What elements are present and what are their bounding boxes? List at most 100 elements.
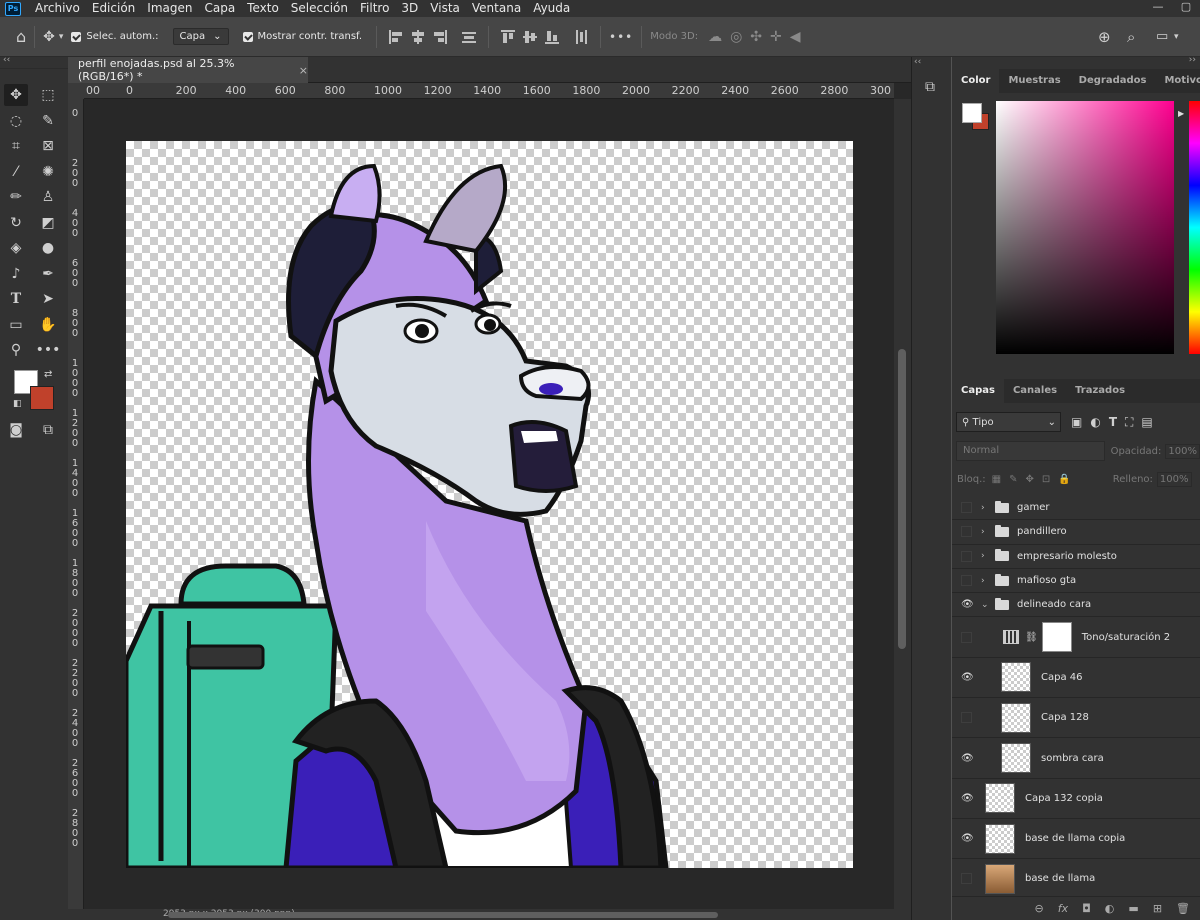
horizontal-ruler[interactable]: 00 0 200 400 600 800 1000 1200 1400 1600 1800 2000 2… bbox=[84, 83, 894, 99]
chain-link-icon[interactable]: ⛓ bbox=[1025, 632, 1038, 643]
chevron-down-icon[interactable]: ▾ bbox=[59, 30, 64, 44]
visibility-toggle[interactable] bbox=[961, 631, 972, 643]
eye-icon[interactable]: 👁 bbox=[961, 599, 974, 610]
frame-tool-icon[interactable]: ⊠ bbox=[36, 135, 60, 157]
photoshop-logo[interactable]: Ps bbox=[5, 1, 21, 16]
more-options-icon[interactable]: ••• bbox=[609, 30, 633, 44]
menu-3d[interactable]: 3D bbox=[395, 0, 424, 17]
menu-seleccion[interactable]: Selección bbox=[285, 0, 354, 17]
layer-row[interactable]: › gamer bbox=[952, 496, 1200, 521]
minimize-icon[interactable]: — bbox=[1144, 0, 1172, 14]
blur-tool-icon[interactable]: ● bbox=[36, 237, 60, 259]
roll-3d-icon[interactable]: ◎ bbox=[730, 30, 742, 44]
orbit-3d-icon[interactable]: ☁ bbox=[708, 30, 722, 44]
menu-archivo[interactable]: Archivo bbox=[29, 0, 86, 17]
visibility-toggle[interactable] bbox=[961, 526, 972, 538]
auto-select-option[interactable]: Selec. autom.: bbox=[71, 31, 159, 42]
layer-row[interactable]: › mafioso gta bbox=[952, 569, 1200, 594]
image-canvas[interactable] bbox=[126, 141, 853, 868]
new-group-icon[interactable]: ▬ bbox=[1128, 902, 1138, 915]
vertical-scroll-thumb[interactable] bbox=[898, 349, 906, 649]
brush-tool-icon[interactable]: ✏ bbox=[4, 186, 28, 208]
fx-icon[interactable]: fx bbox=[1058, 902, 1068, 915]
expand-arrow-icon[interactable]: › bbox=[981, 551, 993, 561]
visibility-toggle[interactable] bbox=[961, 502, 972, 514]
zoom-tool-icon[interactable]: ⚲ bbox=[4, 339, 28, 361]
clone-stamp-tool-icon[interactable]: ♙ bbox=[36, 186, 60, 208]
paint-bucket-tool-icon[interactable]: ◈ bbox=[4, 237, 28, 259]
layer-row[interactable]: 👁 Capa 46 bbox=[952, 658, 1200, 699]
screen-mode-icon[interactable]: ⧉ bbox=[36, 419, 60, 441]
tab-muestras[interactable]: Muestras bbox=[999, 69, 1069, 93]
visibility-toggle[interactable] bbox=[961, 550, 972, 562]
expand-arrow-icon[interactable]: › bbox=[981, 576, 993, 586]
align-middle-v-icon[interactable] bbox=[522, 29, 538, 45]
quick-mask-icon[interactable]: ◙ bbox=[4, 419, 28, 441]
visibility-toggle[interactable] bbox=[961, 873, 972, 885]
lock-all-icon[interactable]: 🔒 bbox=[1058, 474, 1070, 485]
filter-pixel-icon[interactable]: ▣ bbox=[1071, 415, 1082, 429]
trash-icon[interactable]: 🗑 bbox=[1176, 902, 1190, 915]
collapse-icon[interactable]: ‹‹ bbox=[3, 55, 10, 65]
menu-ayuda[interactable]: Ayuda bbox=[527, 0, 576, 17]
document-tab[interactable]: perfil enojadas.psd al 25.3% (RGB/16*) *… bbox=[68, 57, 308, 83]
eraser-tool-icon[interactable]: ◩ bbox=[36, 212, 60, 234]
mask-thumbnail[interactable] bbox=[1041, 622, 1072, 653]
show-transform-option[interactable]: Mostrar contr. transf. bbox=[242, 31, 362, 42]
toolbar-header[interactable]: ‹‹ bbox=[0, 55, 68, 69]
eye-icon[interactable]: 👁 bbox=[961, 793, 974, 804]
vertical-scrollbar[interactable] bbox=[894, 99, 911, 909]
tab-capas[interactable]: Capas bbox=[952, 379, 1004, 403]
add-mask-icon[interactable]: ◘ bbox=[1082, 902, 1091, 915]
kind-filter-select[interactable]: ⚲ Tipo ⌄ bbox=[956, 412, 1061, 432]
layer-row[interactable]: 👁 sombra cara bbox=[952, 738, 1200, 779]
filter-type-icon[interactable]: T bbox=[1109, 415, 1117, 429]
show-transform-checkbox[interactable] bbox=[242, 31, 253, 42]
vertical-ruler[interactable]: 0 200 400 600 800 1000 1200 1400 1600 1800 2000 220… bbox=[68, 99, 84, 909]
tab-degradados[interactable]: Degradados bbox=[1070, 69, 1156, 93]
type-tool-icon[interactable]: T bbox=[4, 288, 28, 310]
collapse-panels-icon[interactable]: ‹‹ bbox=[914, 57, 921, 67]
lock-transparency-icon[interactable]: ▦ bbox=[992, 474, 1001, 485]
align-top-icon[interactable] bbox=[500, 29, 516, 45]
blend-mode-select[interactable]: Normal bbox=[956, 441, 1105, 461]
layer-row[interactable]: 👁 base de llama copia bbox=[952, 819, 1200, 860]
visibility-toggle[interactable] bbox=[961, 712, 972, 724]
layer-row[interactable]: › pandillero bbox=[952, 520, 1200, 545]
move-tool-icon[interactable]: ✥ bbox=[43, 30, 55, 44]
tab-motivos[interactable]: Motivos bbox=[1155, 69, 1200, 93]
filter-adjustment-icon[interactable]: ◐ bbox=[1090, 415, 1100, 429]
scale-3d-icon[interactable]: ◀ bbox=[790, 30, 801, 44]
menu-edicion[interactable]: Edición bbox=[86, 0, 141, 17]
eyedropper-tool-icon[interactable]: ⁄ bbox=[4, 161, 28, 183]
tab-trazados[interactable]: Trazados bbox=[1066, 379, 1134, 403]
layer-row[interactable]: › empresario molesto bbox=[952, 545, 1200, 569]
pan-3d-icon[interactable]: ✣ bbox=[750, 30, 762, 44]
distribute-horizontal-icon[interactable] bbox=[573, 29, 589, 45]
menu-texto[interactable]: Texto bbox=[241, 0, 285, 17]
background-color-swatch[interactable] bbox=[30, 386, 54, 410]
lock-artboard-icon[interactable]: ⊡ bbox=[1042, 474, 1050, 485]
expand-panels-icon[interactable]: ›› bbox=[1189, 55, 1196, 65]
align-left-icon[interactable] bbox=[388, 29, 404, 45]
foreground-color-swatch[interactable] bbox=[962, 103, 982, 123]
align-bottom-icon[interactable] bbox=[544, 29, 560, 45]
home-icon[interactable]: ⌂ bbox=[16, 28, 26, 44]
slide-3d-icon[interactable]: ✛ bbox=[770, 30, 782, 44]
align-right-icon[interactable] bbox=[432, 29, 448, 45]
menu-ventana[interactable]: Ventana bbox=[466, 0, 527, 17]
eye-icon[interactable]: 👁 bbox=[961, 833, 974, 844]
opacity-value[interactable]: 100% bbox=[1165, 443, 1200, 459]
auto-select-target-select[interactable]: Capa ⌄ bbox=[172, 28, 229, 45]
workspace-icon[interactable]: ▭ bbox=[1156, 29, 1168, 44]
eye-icon[interactable]: 👁 bbox=[961, 672, 974, 683]
spot-healing-tool-icon[interactable]: ✺ bbox=[36, 161, 60, 183]
fill-value[interactable]: 100% bbox=[1156, 471, 1192, 487]
horizontal-scroll-thumb[interactable] bbox=[168, 912, 718, 918]
layer-row[interactable]: ⛓ Tono/saturación 2 bbox=[952, 617, 1200, 658]
crop-tool-icon[interactable]: ⌗ bbox=[4, 135, 28, 157]
lock-pixels-icon[interactable]: ✎ bbox=[1009, 474, 1017, 485]
move-tool-icon[interactable]: ✥ bbox=[4, 84, 28, 106]
chevron-down-icon[interactable]: ▾ bbox=[1174, 30, 1179, 44]
align-center-h-icon[interactable] bbox=[410, 29, 426, 45]
